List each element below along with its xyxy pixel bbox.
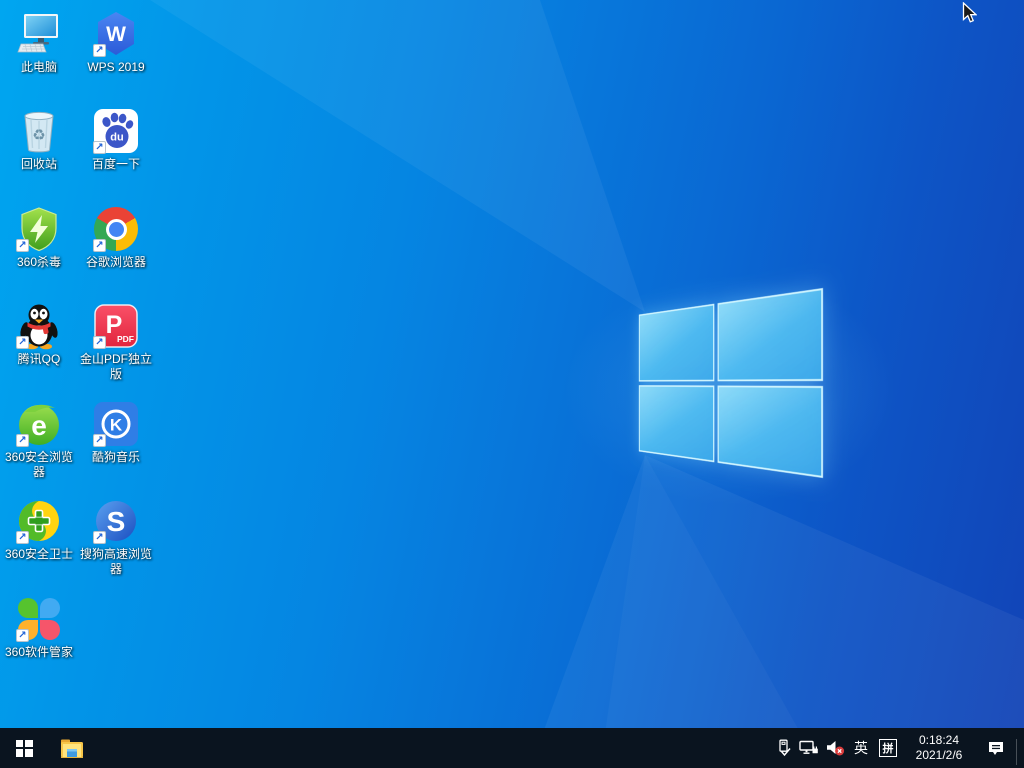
desktop-icon-label: 腾讯QQ xyxy=(18,352,61,367)
this-pc-icon xyxy=(15,10,63,58)
desktop-icon-label: 360杀毒 xyxy=(17,255,61,270)
desktop-icon-360-safe[interactable]: ↗ 360安全卫士 xyxy=(0,497,78,562)
360-browser-icon: e ↗ xyxy=(15,400,63,448)
mouse-cursor xyxy=(962,2,977,29)
system-tray: 英 拼 0:18:24 2021/2/6 xyxy=(770,728,1024,768)
recycle-glyph: ♻ xyxy=(32,126,45,144)
desktop-icon-label: 此电脑 xyxy=(21,60,57,75)
desktop-icon-wps-2019[interactable]: W ↗ WPS 2019 xyxy=(77,10,155,75)
notification-icon xyxy=(987,740,1005,757)
shortcut-arrow-icon: ↗ xyxy=(16,434,29,447)
sogou-s-glyph: S xyxy=(107,506,126,537)
wps-2019-icon: W ↗ xyxy=(92,10,140,58)
taskbar-clock[interactable]: 0:18:24 2021/2/6 xyxy=(902,728,976,768)
desktop-icon-label: WPS 2019 xyxy=(87,60,144,75)
clock-time: 0:18:24 xyxy=(919,733,959,748)
ime-mode-glyph: 拼 xyxy=(879,739,897,757)
desktop-icon-label: 回收站 xyxy=(21,157,57,172)
start-button[interactable] xyxy=(0,728,48,768)
ime-language-indicator[interactable]: 英 xyxy=(848,728,874,768)
desktop-icon-kugou-music[interactable]: K ↗ 酷狗音乐 xyxy=(77,400,155,465)
chrome-icon: ↗ xyxy=(92,205,140,253)
desktop-icon-kingsoft-pdf[interactable]: P PDF ↗ 金山PDF独立版 xyxy=(77,302,155,382)
recycle-bin-icon: ♻ xyxy=(15,107,63,155)
desktop-icon-label: 360软件管家 xyxy=(5,645,73,660)
windows-logo-pane xyxy=(718,288,823,381)
baidu-du-glyph: du xyxy=(110,132,123,144)
browser-e-glyph: e xyxy=(31,410,47,441)
clock-date: 2021/2/6 xyxy=(916,748,963,763)
desktop-icon-recycle-bin[interactable]: ♻ 回收站 xyxy=(0,107,78,172)
desktop-icon-label: 搜狗高速浏览器 xyxy=(77,547,155,577)
shortcut-arrow-icon: ↗ xyxy=(93,336,106,349)
network-icon[interactable] xyxy=(796,728,822,768)
windows-logo-wallpaper xyxy=(639,288,823,478)
windows-start-icon xyxy=(16,740,33,757)
shortcut-arrow-icon: ↗ xyxy=(93,434,106,447)
pdf-icon: P PDF ↗ xyxy=(92,302,140,350)
baidu-icon: du ↗ xyxy=(92,107,140,155)
desktop-icon-360-manager[interactable]: ↗ 360软件管家 xyxy=(0,595,78,660)
shortcut-arrow-icon: ↗ xyxy=(93,141,106,154)
desktop-icon-tencent-qq[interactable]: ↗ 腾讯QQ xyxy=(0,302,78,367)
windows-logo-pane xyxy=(639,385,715,463)
show-desktop-button[interactable] xyxy=(1017,728,1024,768)
ime-mode-indicator[interactable]: 拼 xyxy=(874,728,902,768)
shortcut-arrow-icon: ↗ xyxy=(16,336,29,349)
shortcut-arrow-icon: ↗ xyxy=(93,531,106,544)
shortcut-arrow-icon: ↗ xyxy=(93,44,106,57)
sogou-icon: S ↗ xyxy=(92,497,140,545)
desktop-icon-this-pc[interactable]: 此电脑 xyxy=(0,10,78,75)
desktop-icon-baidu[interactable]: du ↗ 百度一下 xyxy=(77,107,155,172)
desktop-icon-label: 360安全浏览器 xyxy=(0,450,78,480)
360-manager-icon: ↗ xyxy=(15,595,63,643)
file-explorer-button[interactable] xyxy=(48,728,96,768)
shield-icon: ↗ xyxy=(15,205,63,253)
desktop-icon-label: 360安全卫士 xyxy=(5,547,73,562)
shortcut-arrow-icon: ↗ xyxy=(93,239,106,252)
wps-w-glyph: W xyxy=(106,23,126,46)
windows-logo-pane xyxy=(718,385,823,478)
desktop-icon-sogou-browser[interactable]: S ↗ 搜狗高速浏览器 xyxy=(77,497,155,577)
desktop-icon-360-antivirus[interactable]: ↗ 360杀毒 xyxy=(0,205,78,270)
shortcut-arrow-icon: ↗ xyxy=(16,239,29,252)
taskbar: 英 拼 0:18:24 2021/2/6 xyxy=(0,728,1024,768)
shortcut-arrow-icon: ↗ xyxy=(16,531,29,544)
desktop: 此电脑 W ↗ WPS 2019 ♻ 回收站 xyxy=(0,0,1024,768)
action-center-button[interactable] xyxy=(976,728,1016,768)
kugou-icon: K ↗ xyxy=(92,400,140,448)
desktop-icon-label: 酷狗音乐 xyxy=(92,450,140,465)
qq-penguin-icon: ↗ xyxy=(15,302,63,350)
desktop-icon-360-browser[interactable]: e ↗ 360安全浏览器 xyxy=(0,400,78,480)
shortcut-arrow-icon: ↗ xyxy=(16,629,29,642)
desktop-icon-label: 百度一下 xyxy=(92,157,140,172)
pdf-label-glyph: PDF xyxy=(117,334,134,344)
desktop-icon-chrome[interactable]: ↗ 谷歌浏览器 xyxy=(77,205,155,270)
360-safe-icon: ↗ xyxy=(15,497,63,545)
windows-logo-pane xyxy=(639,304,715,382)
desktop-icon-label: 谷歌浏览器 xyxy=(86,255,146,270)
desktop-icon-label: 金山PDF独立版 xyxy=(77,352,155,382)
kugou-k-glyph: K xyxy=(110,416,123,435)
usb-safely-remove-icon[interactable] xyxy=(770,728,796,768)
volume-muted-icon[interactable] xyxy=(822,728,848,768)
folder-icon xyxy=(59,738,85,759)
